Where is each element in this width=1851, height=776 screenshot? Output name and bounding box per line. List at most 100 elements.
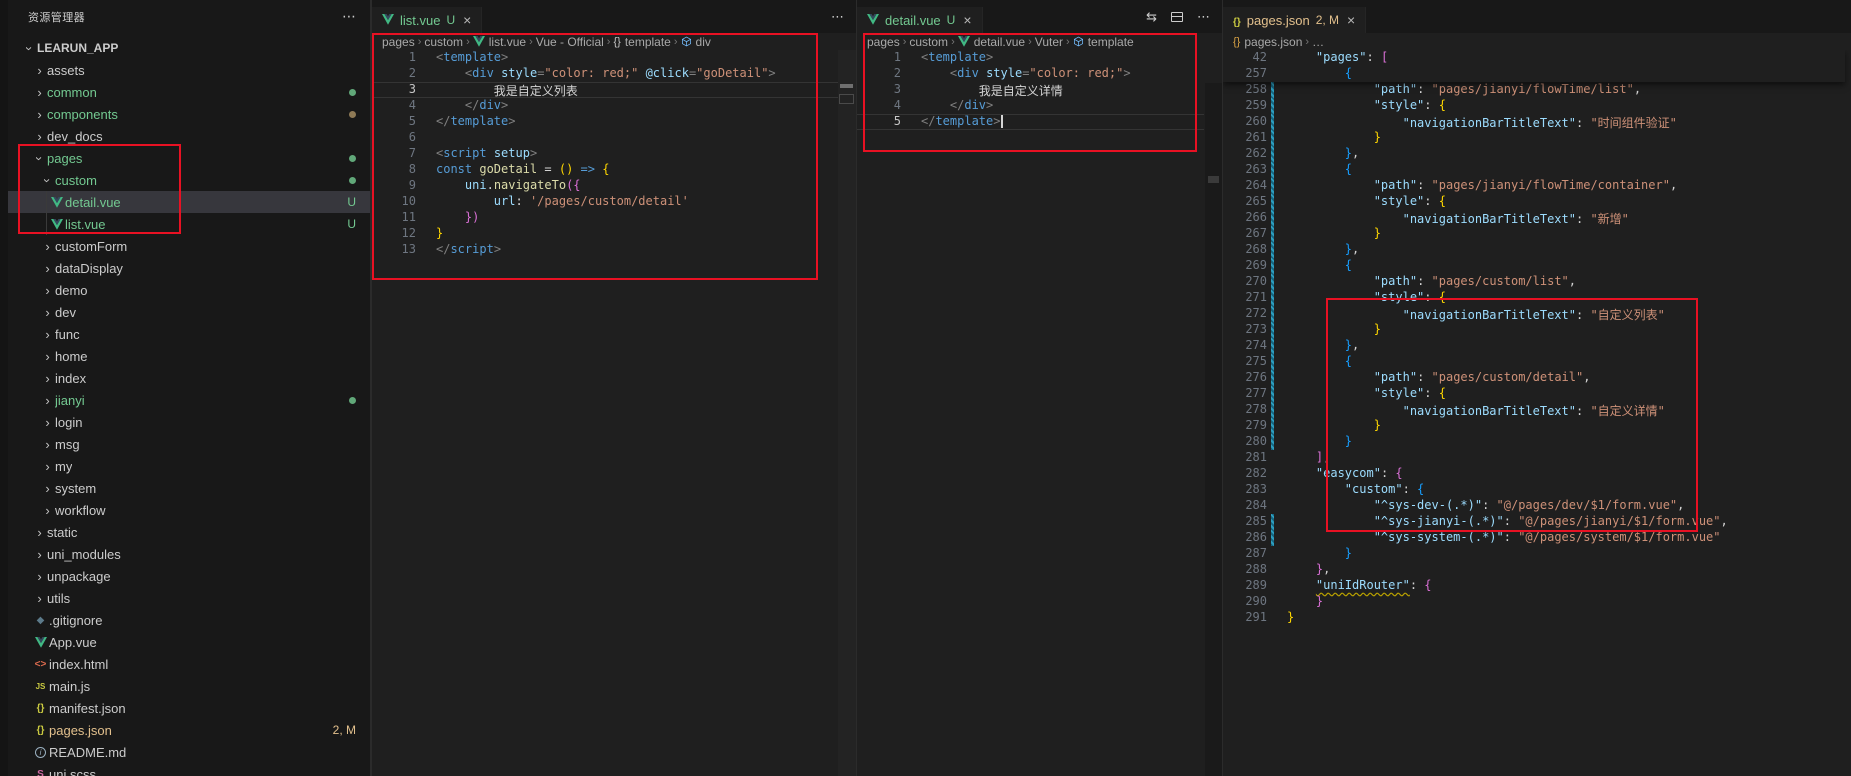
code-line-267[interactable]: 267 } (1223, 226, 1845, 242)
code-line-7[interactable]: 7<script setup> (372, 146, 838, 162)
code-line-284[interactable]: 284 "^sys-dev-(.*)": "@/pages/dev/$1/for… (1223, 498, 1845, 514)
code-line-278[interactable]: 278 "navigationBarTitleText": "自定义详情" (1223, 402, 1845, 418)
tree-item-customForm[interactable]: ›customForm (8, 235, 370, 257)
code-line-3[interactable]: 3 我是自定义详情 (857, 82, 1204, 98)
code-line-279[interactable]: 279 } (1223, 418, 1845, 434)
code-line-10[interactable]: 10 url: '/pages/custom/detail' (372, 194, 838, 210)
breadcrumb-item[interactable]: template (1073, 35, 1134, 49)
code-line-274[interactable]: 274 }, (1223, 338, 1845, 354)
tree-item-my[interactable]: ›my (8, 455, 370, 477)
code-line-268[interactable]: 268 }, (1223, 242, 1845, 258)
tree-item-system[interactable]: ›system (8, 477, 370, 499)
code-line-280[interactable]: 280 } (1223, 434, 1845, 450)
breadcrumb-item[interactable]: Vuter (1035, 35, 1063, 49)
breadcrumb-item[interactable]: custom (424, 35, 463, 49)
tree-item-pages[interactable]: ›pages (8, 147, 370, 169)
code-line-12[interactable]: 12} (372, 226, 838, 242)
tab-list.vue[interactable]: list.vueU× (372, 7, 482, 33)
tree-item-list.vue[interactable]: list.vueU (8, 213, 370, 235)
code-line-263[interactable]: 263 { (1223, 162, 1845, 178)
code-line-270[interactable]: 270 "path": "pages/custom/list", (1223, 274, 1845, 290)
code-line-8[interactable]: 8const goDetail = () => { (372, 162, 838, 178)
close-icon[interactable]: × (463, 12, 471, 28)
code-line-9[interactable]: 9 uni.navigateTo({ (372, 178, 838, 194)
code-line-287[interactable]: 287 } (1223, 546, 1845, 562)
more-actions-icon[interactable]: ⋯ (1197, 9, 1210, 25)
tree-item-login[interactable]: ›login (8, 411, 370, 433)
code-line-281[interactable]: 281 ], (1223, 450, 1845, 466)
code-line-1[interactable]: 1<template> (857, 50, 1204, 66)
code-line-262[interactable]: 262 }, (1223, 146, 1845, 162)
tree-item-static[interactable]: ›static (8, 521, 370, 543)
code-line-259[interactable]: 259 "style": { (1223, 98, 1845, 114)
code-line-258[interactable]: 258 "path": "pages/jianyi/flowTime/list"… (1223, 82, 1845, 98)
code-line-288[interactable]: 288 }, (1223, 562, 1845, 578)
code-line-265[interactable]: 265 "style": { (1223, 194, 1845, 210)
code-line-264[interactable]: 264 "path": "pages/jianyi/flowTime/conta… (1223, 178, 1845, 194)
breadcrumb-item[interactable]: Vue - Official (536, 35, 604, 49)
tree-item-assets[interactable]: ›assets (8, 59, 370, 81)
split-editor-icon[interactable] (1171, 12, 1183, 22)
tree-item-detail.vue[interactable]: detail.vueU (8, 191, 370, 213)
code-line-4[interactable]: 4 </div> (372, 98, 838, 114)
tree-item-func[interactable]: ›func (8, 323, 370, 345)
tree-item-main.js[interactable]: JSmain.js (8, 675, 370, 697)
code-line-290[interactable]: 290 } (1223, 594, 1845, 610)
code-line-42[interactable]: 42 "pages": [ (1223, 50, 1845, 66)
more-actions-icon[interactable]: ⋯ (831, 9, 844, 25)
tree-item-components[interactable]: ›components (8, 103, 370, 125)
open-changes-icon[interactable]: ⇆ (1146, 9, 1157, 25)
tree-item-uni_modules[interactable]: ›uni_modules (8, 543, 370, 565)
code-line-1[interactable]: 1<template> (372, 50, 838, 66)
code-line-283[interactable]: 283 "custom": { (1223, 482, 1845, 498)
breadcrumb-item[interactable]: … (1312, 35, 1324, 49)
code-line-269[interactable]: 269 { (1223, 258, 1845, 274)
tree-item-index.html[interactable]: <>index.html (8, 653, 370, 675)
close-icon[interactable]: × (963, 12, 971, 28)
scrollbar[interactable] (1205, 83, 1222, 776)
tree-item-LEARUN_APP[interactable]: ›LEARUN_APP (8, 37, 370, 59)
tree-item-unpackage[interactable]: ›unpackage (8, 565, 370, 587)
code-line-266[interactable]: 266 "navigationBarTitleText": "新增" (1223, 210, 1845, 226)
code-line-2[interactable]: 2 <div style="color: red;" @click="goDet… (372, 66, 838, 82)
tree-item-demo[interactable]: ›demo (8, 279, 370, 301)
tree-item-uni.scss[interactable]: Suni.scss (8, 763, 370, 776)
code-line-2[interactable]: 2 <div style="color: red;"> (857, 66, 1204, 82)
code-line-273[interactable]: 273 } (1223, 322, 1845, 338)
code-line-261[interactable]: 261 } (1223, 130, 1845, 146)
code-line-271[interactable]: 271 "style": { (1223, 290, 1845, 306)
code-line-260[interactable]: 260 "navigationBarTitleText": "时间组件验证" (1223, 114, 1845, 130)
code-line-277[interactable]: 277 "style": { (1223, 386, 1845, 402)
breadcrumb-item[interactable]: pages (382, 35, 415, 49)
tab-pages.json[interactable]: {}pages.json2, M× (1223, 7, 1366, 33)
code-line-291[interactable]: 291} (1223, 610, 1845, 626)
code-line-6[interactable]: 6 (372, 130, 838, 146)
code-line-5[interactable]: 5</template> (372, 114, 838, 130)
code-line-286[interactable]: 286 "^sys-system-(.*)": "@/pages/system/… (1223, 530, 1845, 546)
code-line-272[interactable]: 272 "navigationBarTitleText": "自定义列表" (1223, 306, 1845, 322)
tree-item-dev_docs[interactable]: ›dev_docs (8, 125, 370, 147)
code-line-289[interactable]: 289 "uniIdRouter": { (1223, 578, 1845, 594)
tab-detail.vue[interactable]: detail.vueU× (857, 7, 983, 33)
tree-item-msg[interactable]: ›msg (8, 433, 370, 455)
code-line-257[interactable]: 257 { (1223, 66, 1845, 82)
tree-item-dataDisplay[interactable]: ›dataDisplay (8, 257, 370, 279)
code-line-285[interactable]: 285 "^sys-jianyi-(.*)": "@/pages/jianyi/… (1223, 514, 1845, 530)
tree-item-README.md[interactable]: iREADME.md (8, 741, 370, 763)
code-line-11[interactable]: 11 }) (372, 210, 838, 226)
minimap[interactable] (838, 50, 856, 776)
tree-item-utils[interactable]: ›utils (8, 587, 370, 609)
code-line-275[interactable]: 275 { (1223, 354, 1845, 370)
tree-item-.gitignore[interactable]: ◆.gitignore (8, 609, 370, 631)
code-line-3[interactable]: 3 我是自定义列表 (372, 82, 838, 98)
breadcrumb-item[interactable]: detail.vue (958, 35, 1025, 49)
code-line-5[interactable]: 5</template> (857, 114, 1204, 130)
tree-item-custom[interactable]: ›custom (8, 169, 370, 191)
code-line-13[interactable]: 13</script> (372, 242, 838, 258)
tree-item-index[interactable]: ›index (8, 367, 370, 389)
breadcrumb-item[interactable]: list.vue (473, 35, 526, 49)
code-line-4[interactable]: 4 </div> (857, 98, 1204, 114)
breadcrumb-item[interactable]: div (681, 35, 711, 49)
breadcrumb-item[interactable]: custom (909, 35, 948, 49)
breadcrumb-item[interactable]: {}template (613, 35, 670, 49)
